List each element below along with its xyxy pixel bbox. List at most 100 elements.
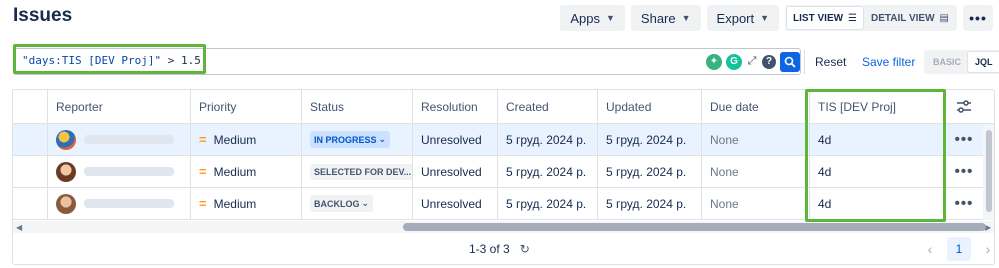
save-filter-button[interactable]: Save filter <box>862 55 915 69</box>
list-view-icon: ☰ <box>848 12 858 24</box>
avatar[interactable] <box>56 193 76 214</box>
result-count: 1-3 of 3 <box>469 242 510 256</box>
updated-cell: 5 груд. 2024 р. <box>597 188 701 219</box>
apps-button[interactable]: Apps ▼ <box>560 5 625 31</box>
reporter-cell <box>47 188 190 219</box>
created-cell: 5 груд. 2024 р. <box>497 188 597 219</box>
tis-cell: 4d <box>809 156 945 187</box>
row-actions-button[interactable]: ••• <box>945 156 982 187</box>
search-button[interactable] <box>780 51 800 72</box>
priority-medium-icon: = <box>199 164 207 179</box>
expand-icon[interactable]: ⤢ <box>746 55 758 68</box>
divider <box>804 50 805 74</box>
column-header-updated[interactable]: Updated <box>597 90 701 123</box>
priority-label: Medium <box>213 164 257 179</box>
table-row[interactable]: = Medium IN PROGRESS ⌄ Unresolved 5 груд… <box>13 124 994 156</box>
status-badge[interactable]: IN PROGRESS ⌄ <box>310 131 391 148</box>
avatar[interactable] <box>56 161 76 182</box>
detail-view-button[interactable]: DETAIL VIEW ▤ <box>865 7 955 29</box>
previous-page-icon[interactable]: ‹ <box>921 241 939 257</box>
resolution-cell: Unresolved <box>412 124 497 155</box>
issues-table: Reporter Priority Status Resolution Crea… <box>12 89 995 265</box>
status-label: SELECTED FOR DEV... <box>314 166 412 177</box>
tis-cell: 4d <box>809 124 945 155</box>
pagination: ‹ 1 › <box>921 237 997 261</box>
jql-query-text[interactable]: "days:TIS [DEV Proj]" > 1.5 <box>22 54 201 67</box>
table-row[interactable]: = Medium BACKLOG ⌄ Unresolved 5 груд. 20… <box>13 188 994 220</box>
column-header-created[interactable]: Created <box>497 90 597 123</box>
row-select-cell <box>13 188 47 219</box>
list-view-label: LIST VIEW <box>793 12 844 24</box>
column-header-tis[interactable]: TIS [DEV Proj] <box>809 90 945 123</box>
reporter-cell <box>47 124 190 155</box>
scroll-left-arrow-icon[interactable]: ◀ <box>16 221 22 233</box>
column-header-priority[interactable]: Priority <box>190 90 301 123</box>
chevron-down-icon: ▼ <box>606 13 615 23</box>
jql-mode-button[interactable]: JQL <box>968 52 999 72</box>
created-cell: 5 груд. 2024 р. <box>497 124 597 155</box>
row-actions-button[interactable]: ••• <box>945 124 982 155</box>
lightbulb-icon[interactable]: ✦ <box>706 53 722 70</box>
reporter-name-redacted <box>84 167 174 176</box>
row-select-cell <box>13 124 47 155</box>
next-page-icon[interactable]: › <box>979 241 997 257</box>
status-badge[interactable]: SELECTED FOR DEV... <box>310 163 412 180</box>
jql-operator-token: > 1.5 <box>167 54 201 67</box>
status-label: IN PROGRESS <box>314 134 377 145</box>
share-button[interactable]: Share ▼ <box>630 5 701 31</box>
basic-mode-button[interactable]: BASIC <box>926 52 968 72</box>
priority-cell: = Medium <box>190 156 301 187</box>
status-badge[interactable]: BACKLOG ⌄ <box>310 195 374 212</box>
reporter-name-redacted <box>84 199 174 208</box>
due-date-cell: None <box>701 188 809 219</box>
table-header-row: Reporter Priority Status Resolution Crea… <box>13 90 994 124</box>
reset-button[interactable]: Reset <box>815 55 846 69</box>
more-icon: ••• <box>954 195 974 212</box>
status-cell: BACKLOG ⌄ <box>301 188 412 219</box>
list-view-button[interactable]: LIST VIEW ☰ <box>787 7 864 29</box>
export-button-label: Export <box>716 10 755 26</box>
horizontal-scrollbar-thumb[interactable] <box>403 223 986 231</box>
column-header-resolution[interactable]: Resolution <box>412 90 497 123</box>
status-cell: IN PROGRESS ⌄ <box>301 124 412 155</box>
priority-medium-icon: = <box>199 132 207 147</box>
column-header-status[interactable]: Status <box>301 90 412 123</box>
column-header-reporter[interactable]: Reporter <box>47 90 190 123</box>
table-row[interactable]: = Medium SELECTED FOR DEV... Unresolved … <box>13 156 994 188</box>
created-cell: 5 груд. 2024 р. <box>497 156 597 187</box>
row-actions-button[interactable]: ••• <box>945 188 982 219</box>
export-button[interactable]: Export ▼ <box>706 5 780 31</box>
more-icon: ••• <box>954 163 974 180</box>
jql-field-token: "days:TIS [DEV Proj]" <box>22 54 162 67</box>
more-icon: ••• <box>954 131 974 148</box>
refresh-icon[interactable]: ↻ <box>520 242 530 256</box>
detail-view-icon: ▤ <box>939 12 949 24</box>
reporter-name-redacted <box>84 135 174 144</box>
chevron-down-icon: ⌄ <box>378 134 387 144</box>
reporter-cell <box>47 156 190 187</box>
help-icon[interactable]: ? <box>762 54 776 69</box>
avatar[interactable] <box>56 129 76 150</box>
detail-view-label: DETAIL VIEW <box>871 12 935 24</box>
column-header-due-date[interactable]: Due date <box>701 90 809 123</box>
more-actions-button[interactable]: ••• <box>963 5 993 31</box>
pagination-summary: 1-3 of 3 ↻ <box>469 242 530 256</box>
priority-label: Medium <box>213 132 257 147</box>
updated-cell: 5 груд. 2024 р. <box>597 124 701 155</box>
row-select-cell <box>13 156 47 187</box>
chevron-down-icon: ⌄ <box>361 198 370 208</box>
vertical-scrollbar-thumb[interactable] <box>986 130 992 212</box>
chevron-down-icon: ▼ <box>760 13 770 23</box>
tis-cell: 4d <box>809 188 945 219</box>
share-button-label: Share <box>640 10 676 26</box>
page-number-button[interactable]: 1 <box>947 237 971 261</box>
status-cell: SELECTED FOR DEV... <box>301 156 412 187</box>
column-settings-button[interactable] <box>945 90 982 123</box>
search-mode-switcher: BASIC JQL <box>924 50 999 74</box>
resolution-cell: Unresolved <box>412 156 497 187</box>
view-switcher: LIST VIEW ☰ DETAIL VIEW ▤ <box>785 5 957 31</box>
priority-cell: = Medium <box>190 124 301 155</box>
priority-label: Medium <box>213 196 257 211</box>
grammarly-icon[interactable]: G <box>726 53 742 70</box>
apps-button-label: Apps <box>570 10 600 26</box>
